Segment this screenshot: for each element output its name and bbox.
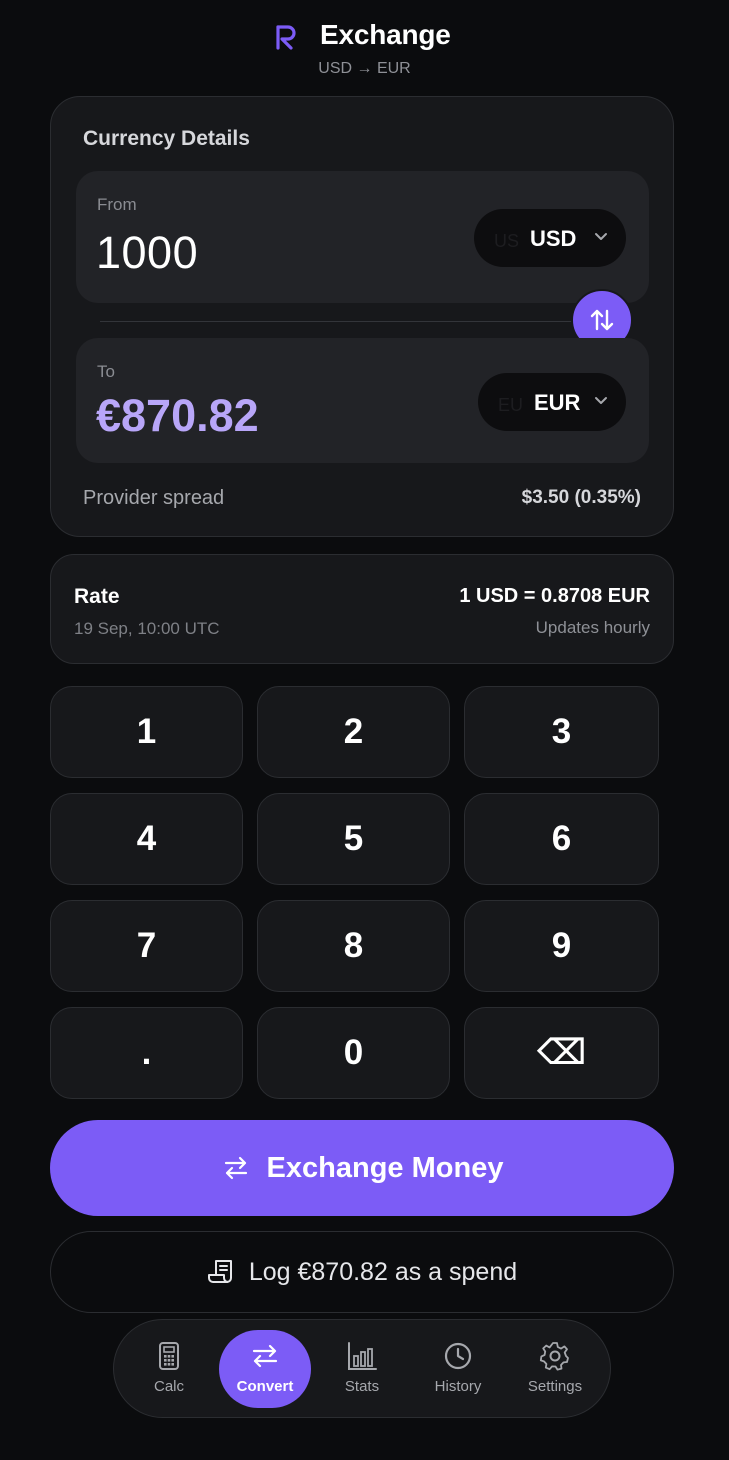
from-currency-select[interactable]: US USD [474,209,626,267]
nav-item-settings[interactable]: Settings [509,1330,601,1408]
key-0[interactable]: 0 [257,1007,450,1099]
rate-timestamp: 19 Sep, 10:00 UTC [74,619,220,638]
exchange-money-button[interactable]: Exchange Money [50,1120,674,1216]
key-4[interactable]: 4 [50,793,243,885]
backspace-key[interactable]: ⌫ [464,1007,659,1099]
bottom-navigation: Calc Convert Stats History Settings [113,1319,611,1418]
key-3[interactable]: 3 [464,686,659,778]
key-decimal[interactable]: . [50,1007,243,1099]
key-5[interactable]: 5 [257,793,450,885]
chevron-down-icon [595,397,607,404]
rate-card: Rate 19 Sep, 10:00 UTC 1 USD = 0.8708 EU… [50,554,674,664]
to-amount: €870.82 [96,390,259,441]
key-1[interactable]: 1 [50,686,243,778]
from-currency-code: USD [530,226,577,251]
key-8[interactable]: 8 [257,900,450,992]
chevron-down-icon [595,233,607,240]
to-currency-select[interactable]: EU EUR [478,373,626,431]
divider [100,321,600,322]
nav-label-stats: Stats [344,1378,380,1395]
rate-label: Rate [74,585,120,608]
log-spend-button[interactable]: Log €870.82 as a spend [50,1231,674,1313]
nav-label-settings: Settings [527,1378,583,1395]
key-6[interactable]: 6 [464,793,659,885]
swap-horizontal-icon [224,1156,247,1180]
to-amount-box: To €870.82 EU EUR [76,338,649,463]
receipt-icon [207,1260,232,1283]
from-amount[interactable]: 1000 [96,227,198,279]
to-currency-code: EUR [534,390,581,415]
nav-item-stats[interactable]: Stats [316,1330,408,1408]
nav-label-convert: Convert [236,1378,294,1395]
log-spend-label: Log €870.82 as a spend [248,1257,518,1286]
to-label: To [97,362,115,381]
from-amount-box[interactable]: From 1000 US USD [76,171,649,303]
r-logo-icon [276,25,296,50]
swap-vertical-icon [590,309,614,331]
bar-chart-icon [348,1342,377,1370]
currency-details-title: Currency Details [83,127,250,150]
key-2[interactable]: 2 [257,686,450,778]
provider-spread-value: $3.50 (0.35%) [521,487,641,508]
nav-item-history[interactable]: History [412,1330,504,1408]
rate-update-note: Updates hourly [535,618,650,637]
exchange-money-label: Exchange Money [266,1151,504,1184]
nav-item-calc[interactable]: Calc [123,1330,215,1408]
key-7[interactable]: 7 [50,900,243,992]
nav-label-calc: Calc [153,1378,184,1395]
currency-details-card: Currency Details From 1000 US USD To €87… [50,96,674,537]
nav-item-convert[interactable]: Convert [219,1330,311,1408]
eu-flag-icon: EU [498,395,524,415]
calculator-icon [159,1342,179,1370]
us-flag-icon: US [494,231,520,251]
provider-spread-label: Provider spread [83,487,225,509]
nav-label-history: History [434,1378,482,1395]
swap-horizontal-icon [252,1344,278,1368]
rate-value: 1 USD = 0.8708 EUR [459,585,650,607]
gear-icon [539,1342,569,1371]
key-9[interactable]: 9 [464,900,659,992]
page-title: Exchange [320,19,451,50]
numeric-keypad: 1 2 3 4 5 6 7 8 9 . 0 ⌫ [50,686,659,1099]
from-label: From [97,195,137,214]
app-header: Exchange USD → EUR [0,0,729,90]
clock-icon [444,1342,472,1370]
page-subtitle: USD → EUR [318,60,411,77]
